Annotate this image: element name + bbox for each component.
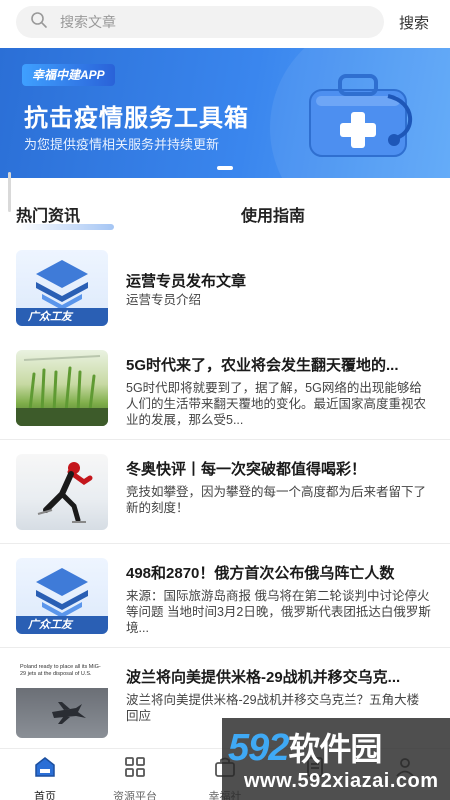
article-title: 498和2870！俄方首次公布俄乌阵亡人数 [126,565,395,582]
article-title: 5G时代来了，农业将会发生翻天覆地的... [126,357,399,374]
tab-hot-news[interactable]: 热门资讯 [16,202,80,226]
promo-banner[interactable]: 幸福中建APP 抗击疫情服务工具箱 为您提供疫情相关服务并持续更新 [0,48,450,178]
search-box[interactable] [16,6,384,38]
watermark-logo-number: 592 [228,727,289,769]
nav-label: 资源平台 [113,791,157,800]
app-badge: 幸福中建APP [22,64,115,86]
article-summary: 竞技如攀登，因为攀登的每一个高度都为后来者留下了新的刻度！ [126,485,427,515]
watermark-url: www.592xiazai.com [244,770,439,792]
article-thumbnail: 广众工友 [16,558,108,634]
watermark-logo-text: 软件园 [288,731,382,767]
search-icon [30,11,48,34]
watermark-logo: 592软件园 [228,724,382,770]
article-title: 运营专员发布文章 [126,273,247,290]
nav-home[interactable]: 首页 [0,749,90,800]
home-icon [33,755,57,784]
article-thumbnail [16,350,108,426]
grid-icon [123,755,147,784]
thumbnail-logo-text: 广众工友 [16,308,108,326]
nav-label: 首页 [34,791,56,800]
tab-user-guide[interactable]: 使用指南 [241,202,305,226]
list-item[interactable]: 5G时代来了，农业将会发生翻天覆地的... 5G时代即将就要到了，据了解，5G网… [0,336,450,440]
thumbnail-logo-text: 广众工友 [16,616,108,634]
search-input[interactable] [60,14,340,30]
article-summary: 来源：国际旅游岛商报 俄乌将在第二轮谈判中讨论停火等问题 当地时间3月2日晚，俄… [126,589,431,635]
banner-subtitle: 为您提供疫情相关服务并持续更新 [24,137,220,152]
search-bar: 搜索 [0,0,450,44]
article-summary: 5G时代即将就要到了，据了解，5G网络的出现能够给人们的生活带来翻天覆地的变化。… [126,381,427,427]
list-item[interactable]: 冬奥快评丨每一次突破都值得喝彩！ 竞技如攀登，因为攀登的每一个高度都为后来者留下… [0,440,450,544]
medical-kit-icon [304,66,422,162]
article-title: 冬奥快评丨每一次突破都值得喝彩！ [126,461,367,478]
list-item[interactable]: 广众工友 498和2870！俄方首次公布俄乌阵亡人数 来源：国际旅游岛商报 俄乌… [0,544,450,648]
banner-title: 抗击疫情服务工具箱 [24,105,249,132]
article-thumbnail [16,454,108,530]
site-watermark: 592软件园 www.592xiazai.com [222,718,450,800]
article-summary: 运营专员介绍 [126,293,202,307]
article-thumbnail: Poland ready to place all its MiG-29 jet… [16,662,108,738]
list-item[interactable]: 广众工友 运营专员发布文章 运营专员介绍 [0,236,450,336]
carousel-indicator[interactable] [217,166,233,170]
article-list: 广众工友 运营专员发布文章 运营专员介绍 5G时代来了，农业将会发生翻天覆地的.… [0,236,450,752]
tab-bar: 热门资讯 使用指南 [0,196,450,232]
article-title: 波兰将向美提供米格-29战机并移交乌克... [126,669,401,686]
nav-resource-platform[interactable]: 资源平台 [90,749,180,800]
article-thumbnail: 广众工友 [16,250,108,326]
search-button[interactable]: 搜索 [388,12,440,33]
